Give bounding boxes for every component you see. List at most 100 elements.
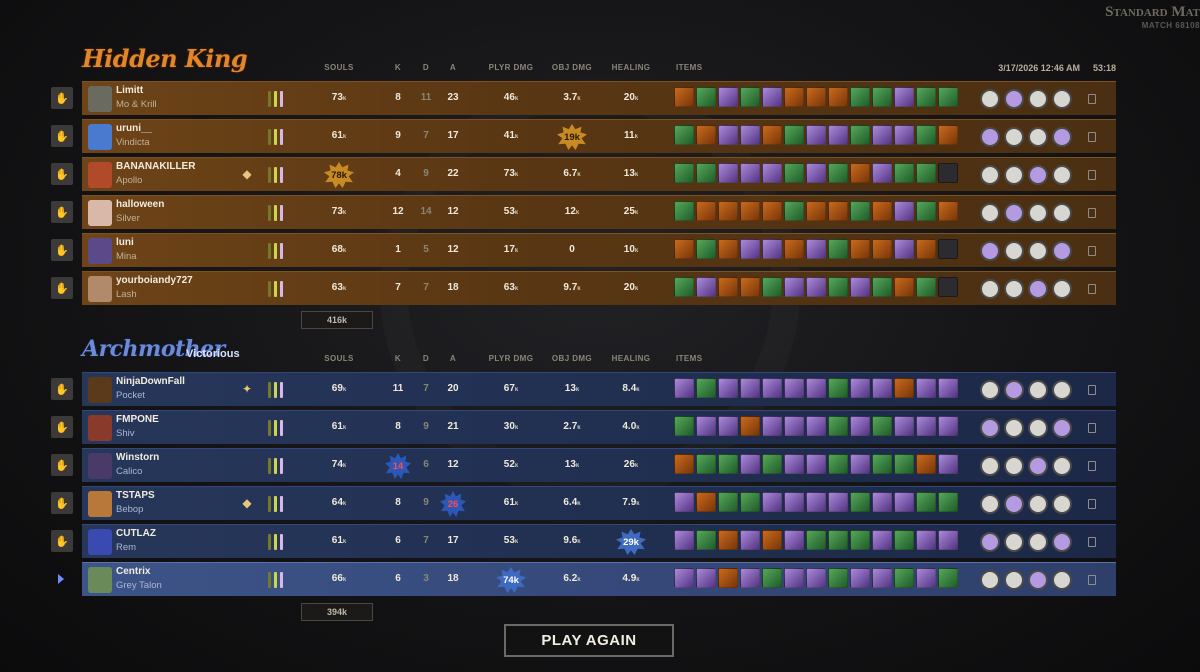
- item-icon[interactable]: [894, 492, 914, 512]
- item-icon[interactable]: [850, 492, 870, 512]
- item-icon[interactable]: [718, 125, 738, 145]
- item-icon[interactable]: [806, 201, 826, 221]
- ability-icon[interactable]: [1052, 380, 1072, 400]
- item-icon[interactable]: [740, 454, 760, 474]
- commend-thumbs-up-icon[interactable]: ✋: [51, 530, 73, 552]
- ability-icon[interactable]: [1052, 418, 1072, 438]
- item-icon[interactable]: [894, 201, 914, 221]
- item-icon[interactable]: [762, 125, 782, 145]
- item-icon[interactable]: [938, 87, 958, 107]
- item-icon[interactable]: [938, 568, 958, 588]
- player-row[interactable]: Centrix Grey Talon 66k 6 3 18 74k 6.2k 4.9k: [82, 562, 1116, 596]
- item-icon[interactable]: [894, 378, 914, 398]
- item-icon[interactable]: [916, 378, 936, 398]
- item-icon[interactable]: [828, 492, 848, 512]
- item-icon[interactable]: [696, 416, 716, 436]
- ability-icon[interactable]: [1052, 279, 1072, 299]
- item-icon[interactable]: [674, 125, 694, 145]
- item-icon[interactable]: [696, 492, 716, 512]
- copy-build-icon[interactable]: [1088, 423, 1096, 433]
- item-icon[interactable]: [718, 239, 738, 259]
- item-icon[interactable]: [784, 378, 804, 398]
- ability-icon[interactable]: [980, 203, 1000, 223]
- item-icon[interactable]: [762, 416, 782, 436]
- copy-build-icon[interactable]: [1088, 499, 1096, 509]
- ability-icon[interactable]: [1028, 279, 1048, 299]
- item-icon[interactable]: [894, 239, 914, 259]
- item-icon[interactable]: [806, 530, 826, 550]
- item-icon[interactable]: [894, 568, 914, 588]
- ability-icon[interactable]: [1028, 127, 1048, 147]
- item-icon[interactable]: [696, 239, 716, 259]
- commend-thumbs-up-icon[interactable]: ✋: [51, 492, 73, 514]
- item-icon[interactable]: [872, 492, 892, 512]
- ability-icon[interactable]: [1028, 241, 1048, 261]
- ability-icon[interactable]: [1004, 203, 1024, 223]
- player-row[interactable]: NinjaDownFall Pocket ✦ 69k 11 7 20 67k 13k 8.4k: [82, 372, 1116, 406]
- item-icon[interactable]: [916, 454, 936, 474]
- player-row[interactable]: BANANAKILLER Apollo ◆ 78k 4 9 22 73k 6.7k 13k: [82, 157, 1116, 191]
- copy-build-icon[interactable]: [1088, 170, 1096, 180]
- item-icon[interactable]: [938, 239, 958, 259]
- item-icon[interactable]: [762, 492, 782, 512]
- ability-icon[interactable]: [1028, 165, 1048, 185]
- ability-icon[interactable]: [1004, 380, 1024, 400]
- item-icon[interactable]: [916, 568, 936, 588]
- copy-build-icon[interactable]: [1088, 284, 1096, 294]
- commend-thumbs-up-icon[interactable]: ✋: [51, 87, 73, 109]
- item-icon[interactable]: [740, 163, 760, 183]
- ability-icon[interactable]: [1052, 127, 1072, 147]
- copy-build-icon[interactable]: [1088, 132, 1096, 142]
- item-icon[interactable]: [828, 239, 848, 259]
- player-row[interactable]: yourboiandy727 Lash 63k 7 7 18 63k 9.7k 20k: [82, 271, 1116, 305]
- item-icon[interactable]: [784, 568, 804, 588]
- item-icon[interactable]: [916, 416, 936, 436]
- item-icon[interactable]: [740, 277, 760, 297]
- item-icon[interactable]: [740, 201, 760, 221]
- item-icon[interactable]: [894, 454, 914, 474]
- ability-icon[interactable]: [1004, 241, 1024, 261]
- item-icon[interactable]: [916, 125, 936, 145]
- item-icon[interactable]: [806, 87, 826, 107]
- item-icon[interactable]: [938, 125, 958, 145]
- ability-icon[interactable]: [1004, 165, 1024, 185]
- item-icon[interactable]: [696, 201, 716, 221]
- ability-icon[interactable]: [980, 241, 1000, 261]
- item-icon[interactable]: [718, 492, 738, 512]
- ability-icon[interactable]: [980, 532, 1000, 552]
- ability-icon[interactable]: [1028, 89, 1048, 109]
- item-icon[interactable]: [828, 378, 848, 398]
- item-icon[interactable]: [938, 454, 958, 474]
- item-icon[interactable]: [740, 568, 760, 588]
- item-icon[interactable]: [850, 378, 870, 398]
- item-icon[interactable]: [762, 530, 782, 550]
- item-icon[interactable]: [828, 87, 848, 107]
- ability-icon[interactable]: [1028, 203, 1048, 223]
- item-icon[interactable]: [828, 416, 848, 436]
- item-icon[interactable]: [784, 277, 804, 297]
- ability-icon[interactable]: [1004, 494, 1024, 514]
- item-icon[interactable]: [828, 201, 848, 221]
- ability-icon[interactable]: [980, 279, 1000, 299]
- item-icon[interactable]: [718, 87, 738, 107]
- ability-icon[interactable]: [1028, 418, 1048, 438]
- item-icon[interactable]: [762, 378, 782, 398]
- item-icon[interactable]: [696, 568, 716, 588]
- item-icon[interactable]: [784, 125, 804, 145]
- item-icon[interactable]: [784, 239, 804, 259]
- item-icon[interactable]: [740, 239, 760, 259]
- item-icon[interactable]: [872, 239, 892, 259]
- item-icon[interactable]: [674, 492, 694, 512]
- ability-icon[interactable]: [980, 165, 1000, 185]
- item-icon[interactable]: [784, 416, 804, 436]
- item-icon[interactable]: [696, 530, 716, 550]
- item-icon[interactable]: [784, 163, 804, 183]
- ability-icon[interactable]: [980, 89, 1000, 109]
- item-icon[interactable]: [762, 454, 782, 474]
- item-icon[interactable]: [762, 163, 782, 183]
- item-icon[interactable]: [806, 492, 826, 512]
- item-icon[interactable]: [806, 239, 826, 259]
- ability-icon[interactable]: [980, 380, 1000, 400]
- ability-icon[interactable]: [980, 570, 1000, 590]
- item-icon[interactable]: [806, 163, 826, 183]
